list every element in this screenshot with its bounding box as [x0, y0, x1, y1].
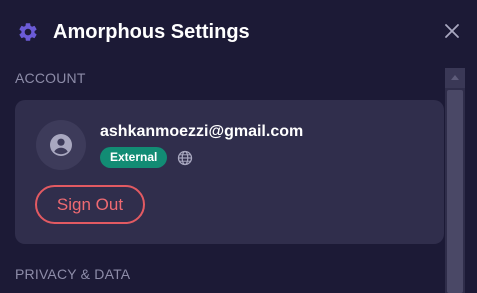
account-card: ashkanmoezzi@gmail.com External Sign Out — [15, 100, 444, 244]
account-email: ashkanmoezzi@gmail.com — [100, 123, 304, 140]
settings-header: Amorphous Settings — [0, 0, 477, 62]
sign-out-button[interactable]: Sign Out — [35, 185, 145, 224]
globe-icon — [177, 150, 193, 166]
user-avatar-icon — [50, 134, 72, 156]
avatar — [36, 120, 86, 170]
page-title: Amorphous Settings — [53, 21, 250, 43]
account-section-label: ACCOUNT — [15, 70, 86, 86]
settings-panel: Amorphous Settings ACCOUNT ashkanmoezzi@… — [0, 0, 477, 293]
scrollbar-thumb[interactable] — [447, 90, 463, 293]
vertical-scrollbar[interactable] — [445, 68, 465, 293]
account-type-badge: External — [100, 147, 168, 168]
privacy-section-label: PRIVACY & DATA — [15, 266, 131, 282]
gear-icon — [19, 23, 37, 41]
scroll-up-arrow-icon — [451, 75, 459, 80]
close-icon[interactable] — [443, 22, 461, 40]
scroll-up-button[interactable] — [445, 68, 465, 88]
